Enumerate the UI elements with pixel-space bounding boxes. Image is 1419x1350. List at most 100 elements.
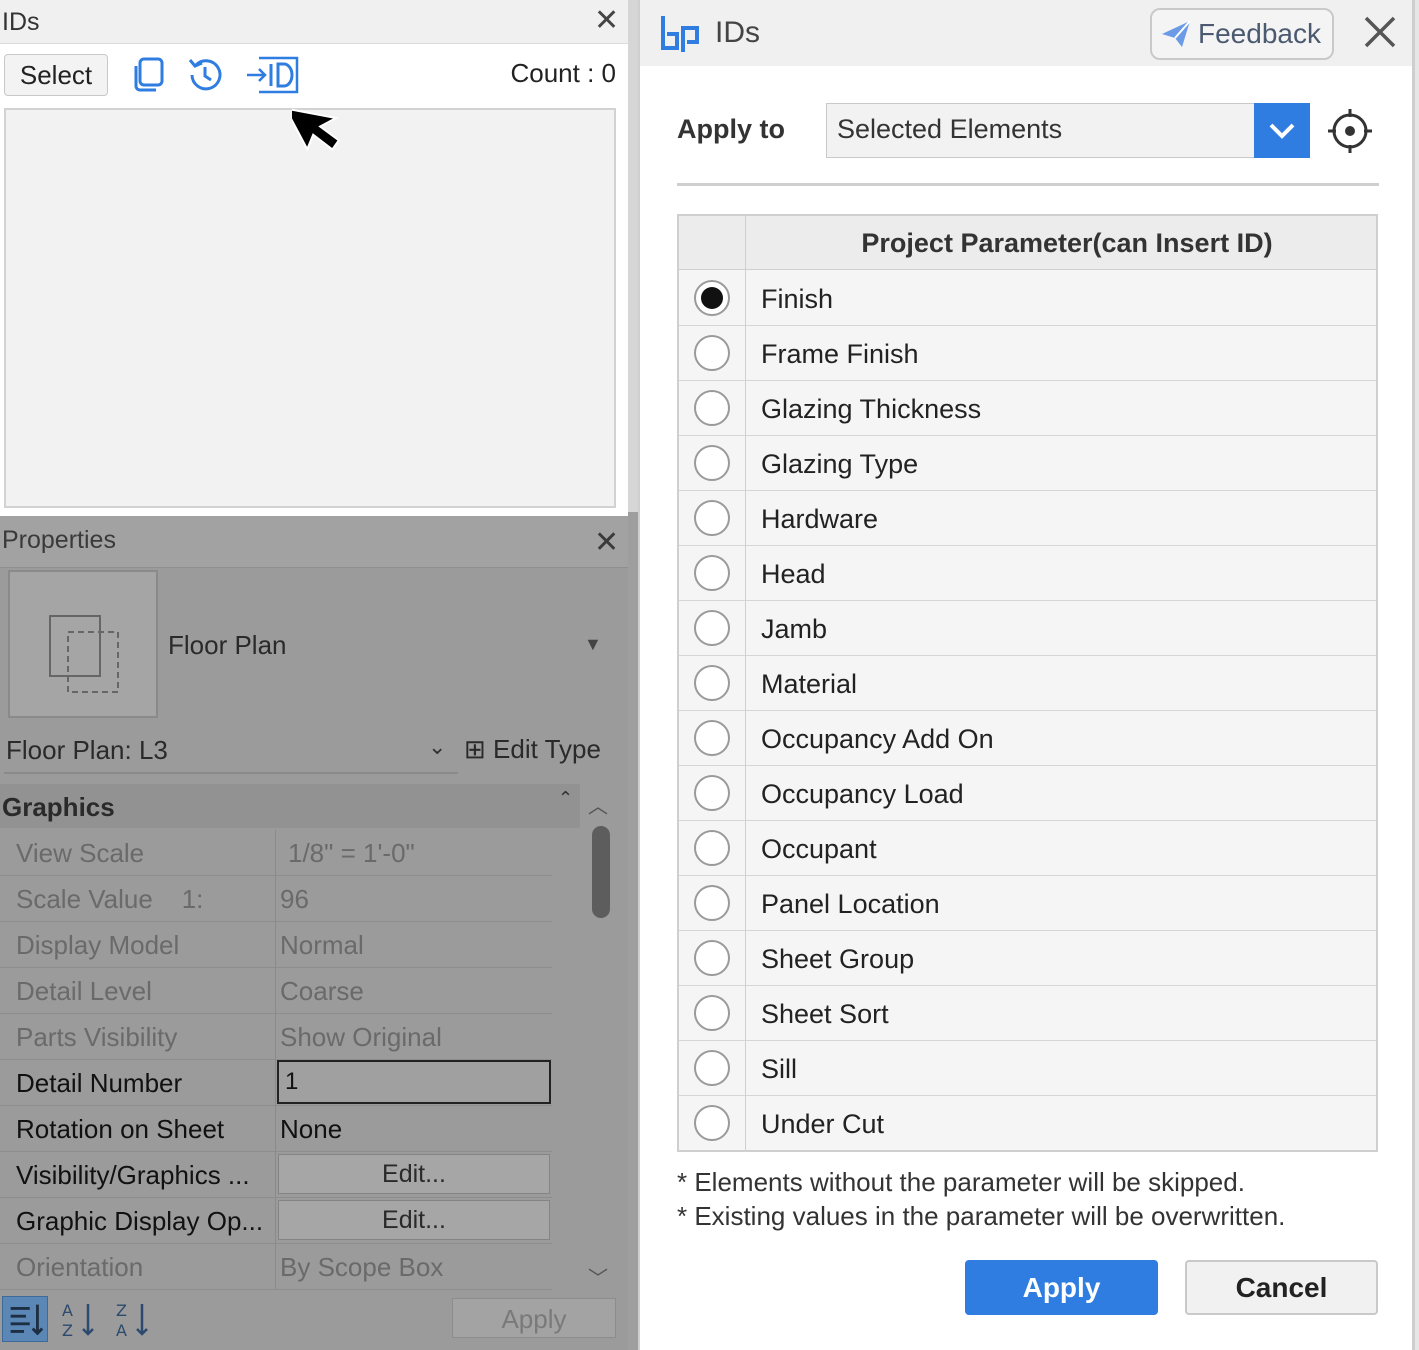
radio-button[interactable] [694,1105,730,1141]
visibility-graphics-edit-button[interactable]: Edit... [278,1154,550,1194]
scroll-up-icon[interactable]: ︿ [588,790,608,819]
paper-plane-icon [1162,20,1191,47]
svg-text:A: A [62,1301,73,1320]
parameter-label: Sheet Sort [761,999,889,1029]
svg-text:A: A [116,1321,127,1340]
categorized-icon[interactable] [2,1296,48,1342]
graphics-section-label: Graphics [2,792,115,822]
edit-type-button[interactable]: ⊞ Edit Type [464,734,601,765]
parameter-label: Sill [761,1054,798,1084]
copy-icon[interactable] [128,54,170,96]
property-value: 1/8" = 1'-0" [288,838,415,868]
collapse-icon[interactable]: ⌃ [558,788,573,809]
parameter-label: Occupancy Add On [761,724,994,754]
property-value: Normal [280,930,364,960]
graphic-display-edit-button[interactable]: Edit... [278,1200,550,1240]
divider [677,183,1379,186]
feedback-label: Feedback [1198,18,1321,49]
chevron-down-icon[interactable] [1254,103,1310,158]
property-value: Show Original [280,1022,442,1052]
property-label: Orientation [16,1252,144,1282]
close-icon[interactable]: ✕ [594,6,619,36]
edit-type-icon: ⊞ [464,734,486,764]
radio-button[interactable] [694,995,730,1031]
table-header-label: Project Parameter(can Insert ID) [861,228,1273,258]
note-text: * Elements without the parameter will be… [677,1167,1245,1197]
brand-logo-icon [661,16,699,52]
scroll-down-icon[interactable]: ﹀ [588,1262,608,1291]
parameter-label: Occupant [761,834,877,864]
detail-number-input[interactable]: 1 [277,1060,551,1104]
dialog-title: IDs [715,16,760,49]
view-selector-underline [4,772,458,774]
property-label: Detail Number [16,1068,183,1098]
mouse-cursor-icon [292,107,341,152]
property-value: 96 [280,884,309,914]
properties-apply-button[interactable]: Apply [452,1298,616,1338]
parameter-label: Jamb [761,614,828,644]
radio-button[interactable] [694,390,730,426]
chevron-down-icon[interactable]: ⌄ [428,734,446,760]
count-text: Count : 0 [510,58,616,88]
ids-panel-titlebar [0,0,628,44]
property-value: By Scope Box [280,1252,444,1282]
sort-ascending-icon[interactable]: A Z [60,1298,100,1342]
ids-panel-title: IDs [2,8,40,36]
view-selector[interactable]: Floor Plan: L3 [6,735,168,766]
target-icon[interactable] [1327,108,1373,154]
select-button[interactable]: Select [4,54,108,96]
note-text: * Existing values in the parameter will … [677,1201,1286,1231]
scrollbar-thumb[interactable] [592,826,610,918]
radio-button[interactable] [694,720,730,756]
apply-to-label: Apply to [677,114,785,144]
radio-button[interactable] [694,280,730,316]
property-label: Visibility/Graphics ... [16,1160,250,1190]
apply-to-value: Selected Elements [837,114,1063,144]
radio-button[interactable] [694,940,730,976]
radio-button[interactable] [694,830,730,866]
history-icon[interactable] [184,54,226,96]
parameter-label: Frame Finish [761,339,919,369]
radio-button[interactable] [694,445,730,481]
property-label: Scale Value 1: [16,884,204,914]
property-label: Detail Level [16,976,152,1006]
type-name: Floor Plan [168,630,287,660]
parameter-label: Glazing Type [761,449,919,479]
radio-button[interactable] [694,500,730,536]
property-label: View Scale [16,838,145,868]
parameter-label: Glazing Thickness [761,394,982,424]
chevron-down-icon[interactable]: ▼ [584,634,602,655]
parameter-label: Panel Location [761,889,940,919]
parameter-label: Head [761,559,826,589]
parameter-label: Occupancy Load [761,779,964,809]
radio-button[interactable] [694,665,730,701]
parameter-label: Hardware [761,504,879,534]
property-label: Display Model [16,930,180,960]
radio-button[interactable] [694,610,730,646]
parameter-label: Material [761,669,858,699]
panel-divider [628,0,638,512]
property-label: Rotation on Sheet [16,1114,225,1144]
radio-button[interactable] [694,775,730,811]
property-value[interactable]: None [280,1114,342,1145]
insert-id-icon[interactable] [245,54,303,96]
close-icon[interactable]: ✕ [594,528,619,558]
radio-button[interactable] [694,1050,730,1086]
properties-title: Properties [2,526,116,554]
radio-button[interactable] [694,335,730,371]
floor-plan-thumbnail-icon [8,570,158,718]
property-label: Parts Visibility [16,1022,178,1052]
ids-list[interactable] [4,108,616,508]
parameter-label: Sheet Group [761,944,915,974]
parameter-label: Under Cut [761,1109,885,1139]
close-icon[interactable] [1362,14,1398,50]
edit-type-label: Edit Type [493,734,601,764]
cancel-button[interactable]: Cancel [1185,1260,1378,1315]
radio-button[interactable] [694,885,730,921]
sort-descending-icon[interactable]: Z A [114,1298,154,1342]
property-column-divider [275,830,276,1290]
radio-button[interactable] [694,555,730,591]
parameter-label: Finish [761,284,834,314]
property-label: Graphic Display Op... [16,1206,264,1236]
apply-button[interactable]: Apply [965,1260,1158,1315]
